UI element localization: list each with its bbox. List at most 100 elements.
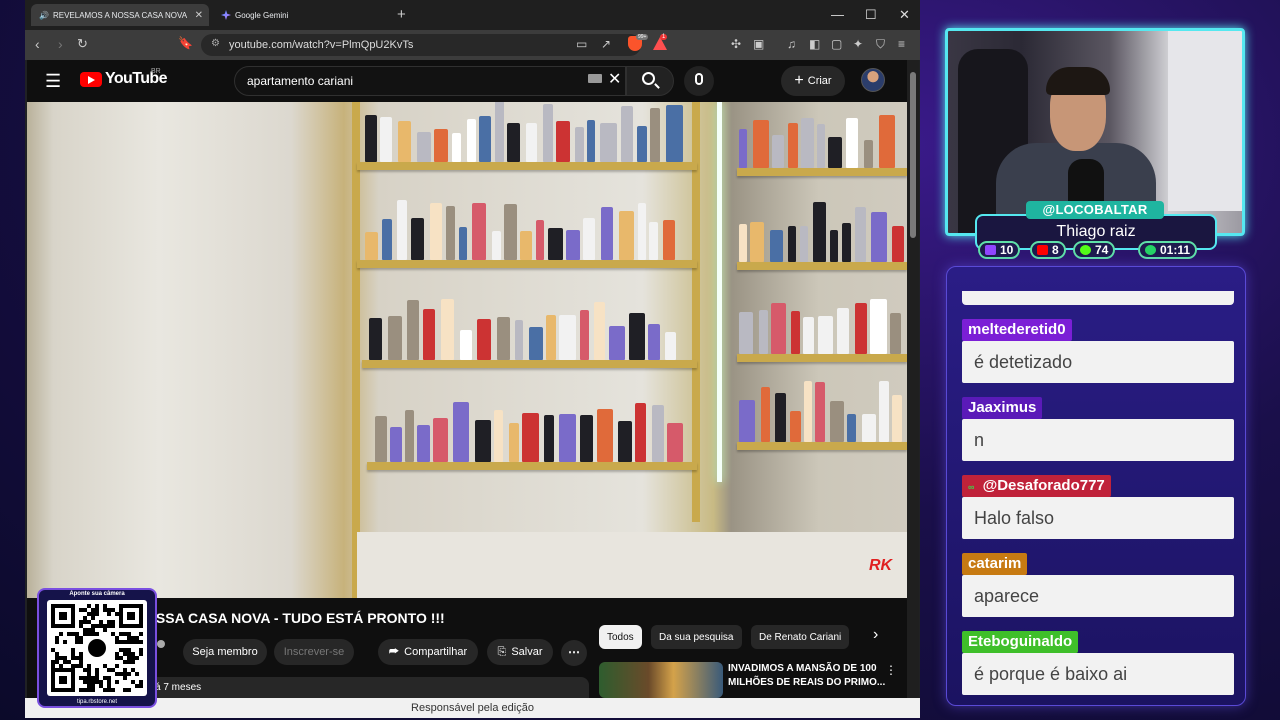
product-bottle	[828, 137, 842, 168]
product-bottle	[649, 222, 658, 260]
chat-username-row: ∞ @Desaforado777	[962, 475, 1111, 497]
shelf	[362, 360, 697, 368]
voice-search-button[interactable]	[684, 66, 714, 96]
subscribe-button[interactable]: Inscrever-se	[274, 639, 354, 665]
new-tab-button[interactable]: +	[397, 6, 406, 23]
product-bottle	[772, 135, 784, 168]
create-button[interactable]: + Criar	[781, 66, 845, 96]
video-player[interactable]: RK	[27, 102, 907, 598]
edit-credit-caption: Responsável pela edição	[25, 698, 920, 718]
product-bottle	[369, 318, 382, 360]
maximize-icon[interactable]: ☐	[865, 7, 877, 23]
hamburger-menu-icon[interactable]: ☰	[45, 71, 61, 92]
reload-icon[interactable]: ↻	[77, 36, 88, 52]
minimize-icon[interactable]: —	[831, 7, 844, 22]
reader-icon[interactable]: ▣	[753, 37, 764, 51]
wallet-icon[interactable]: ▢	[831, 37, 842, 51]
save-label: Salvar	[511, 646, 543, 658]
product-bottle	[847, 414, 856, 442]
share-icon[interactable]: ↗	[601, 37, 611, 51]
youtube-page: ☰ YouTube BR apartamento cariani ✕ + Cri…	[27, 60, 907, 698]
background-door	[1168, 31, 1242, 211]
youtube-icon	[1037, 245, 1048, 255]
extensions-icon[interactable]: ✣	[731, 37, 741, 51]
site-info-icon[interactable]: ⚙	[211, 38, 220, 49]
shield-count-badge: 99+	[636, 34, 649, 40]
product-bottle	[753, 120, 769, 168]
streamer-handle: @LOCOBALTAR	[1026, 201, 1164, 219]
music-icon[interactable]: ♫	[787, 37, 796, 51]
bookmark-icon[interactable]: 🔖	[178, 36, 193, 50]
qr-module	[63, 640, 67, 644]
share-button[interactable]: ⮫ Compartilhar	[378, 639, 478, 665]
product-bottle	[543, 104, 553, 162]
account-avatar[interactable]	[861, 68, 885, 92]
qr-module	[135, 656, 139, 660]
save-button[interactable]: ⎘ Salvar	[487, 639, 553, 665]
cast-icon[interactable]: ▭	[576, 37, 587, 51]
chip-from-search[interactable]: Da sua pesquisa	[651, 625, 742, 649]
search-input[interactable]: apartamento cariani	[234, 66, 626, 96]
search-button[interactable]	[626, 66, 674, 96]
product-bottle	[759, 310, 768, 354]
product-bottle	[750, 222, 764, 262]
chat-username: Jaaximus	[962, 397, 1043, 419]
menu-icon[interactable]: ≡	[898, 37, 905, 51]
kick-icon	[1080, 245, 1091, 255]
chip-from-channel[interactable]: De Renato Cariani	[751, 625, 850, 649]
product-bottle	[388, 316, 402, 360]
forward-icon[interactable]: ›	[58, 36, 63, 52]
chip-all[interactable]: Todos	[599, 625, 642, 649]
vpn-icon[interactable]: ⛉	[876, 37, 885, 52]
verified-icon	[157, 640, 165, 648]
product-bottle	[650, 108, 660, 162]
leo-icon[interactable]: ✦	[853, 37, 863, 51]
product-bottle	[871, 212, 887, 262]
qr-code	[47, 600, 147, 696]
more-actions-button[interactable]: ⋯	[561, 640, 587, 666]
url-text: youtube.com/watch?v=PlmQpU2KvTs	[229, 39, 414, 51]
product-bottle	[667, 423, 683, 462]
chat-username: meltederetid0	[962, 319, 1072, 341]
address-bar[interactable]: ⚙ youtube.com/watch?v=PlmQpU2KvTs	[201, 34, 641, 56]
tab-gemini[interactable]: Google Gemini	[213, 4, 389, 26]
plus-icon: +	[794, 72, 804, 89]
product-bottle	[892, 226, 904, 262]
product-bottle	[497, 317, 510, 360]
tab-youtube[interactable]: 🔊 REVELAMOS A NOSSA CASA NOVA ✕	[31, 4, 209, 73]
youtube-logo-icon[interactable]	[80, 72, 102, 87]
badge-icon: ∞	[968, 482, 975, 492]
product-bottle	[864, 140, 873, 168]
chat-username: @Desaforado777	[982, 477, 1105, 494]
scrollbar-thumb[interactable]	[910, 72, 916, 238]
product-bottle	[548, 228, 563, 260]
join-button[interactable]: Seja membro	[183, 639, 267, 665]
chat-message: é porque é baixo ai	[962, 653, 1234, 695]
qr-module	[123, 676, 127, 680]
sidebar-icon[interactable]: ◧	[809, 37, 820, 51]
microphone-logo-icon	[85, 636, 109, 660]
clear-search-icon[interactable]: ✕	[608, 69, 621, 89]
tab-title: Google Gemini	[235, 10, 289, 20]
description-box[interactable]: á 7 meses	[147, 677, 589, 698]
close-window-icon[interactable]: ✕	[899, 7, 910, 23]
product-bottle	[515, 320, 523, 360]
product-bottle	[739, 224, 747, 262]
close-tab-icon[interactable]: ✕	[195, 10, 203, 21]
back-icon[interactable]: ‹	[35, 36, 40, 52]
product-bottle	[390, 427, 402, 462]
chevron-right-icon[interactable]: ›	[873, 626, 878, 644]
recommended-thumbnail[interactable]	[599, 662, 723, 698]
twitch-count: 10	[1000, 243, 1014, 257]
qr-module	[79, 640, 83, 644]
qr-url: tipa.rbstore.net	[76, 699, 118, 705]
recommended-title[interactable]: INVADIMOS A MANSÃO DE 100 MILHÕES DE REA…	[728, 662, 888, 690]
tab-strip: 🔊 REVELAMOS A NOSSA CASA NOVA ✕ Google G…	[25, 0, 920, 73]
speaker-icon[interactable]: 🔊	[39, 11, 49, 20]
product-bottle	[618, 421, 632, 462]
keyboard-icon[interactable]	[588, 74, 602, 83]
product-bottle	[441, 299, 454, 360]
qr-module	[131, 660, 135, 664]
product-bottle	[890, 313, 901, 354]
more-vert-icon[interactable]: ⋮	[885, 663, 897, 677]
